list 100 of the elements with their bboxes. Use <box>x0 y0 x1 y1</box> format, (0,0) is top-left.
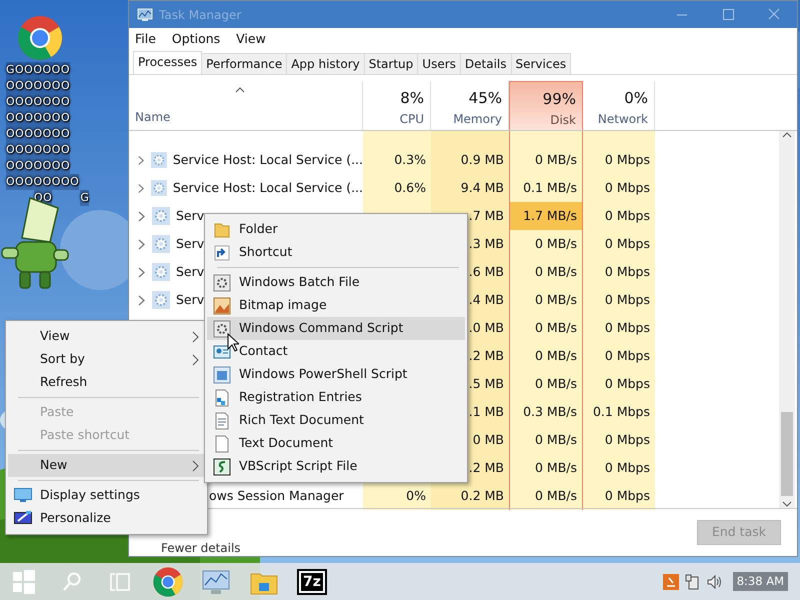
menu-item-label: Refresh <box>40 373 88 392</box>
table-cell-text: 0 Mbps <box>604 346 650 365</box>
menu-item-label: Display settings <box>40 486 140 504</box>
table-cell-text: .0 MB <box>468 318 504 337</box>
tab[interactable]: Users <box>417 53 461 74</box>
process-name: Serv <box>176 262 204 281</box>
table-cell: 0 MB/s <box>509 230 583 258</box>
table-cell-text: 0 Mbps <box>604 430 650 449</box>
menu-item[interactable]: Windows PowerShell Script <box>207 363 465 386</box>
clock[interactable]: 8:38 AM <box>732 572 788 592</box>
start-icon[interactable] <box>13 570 35 594</box>
menu-item-label: New <box>40 456 68 474</box>
tab[interactable]: Processes <box>133 51 202 74</box>
menu-item[interactable]: Refresh <box>8 371 205 394</box>
script-window-icon <box>213 366 231 384</box>
menu-item-label: VBScript Script File <box>239 457 358 476</box>
monitor-graph-icon[interactable] <box>201 568 231 594</box>
table-cell-text: 9.4 MB <box>460 178 504 197</box>
menu-item-label: Bitmap image <box>239 296 327 314</box>
table-cell-text: .2 MB <box>468 346 504 365</box>
table-cell-text: 0 Mbps <box>604 178 650 197</box>
network-icon[interactable] <box>684 574 701 590</box>
scrollbar[interactable] <box>779 131 795 508</box>
table-cell-text: .5 MB <box>468 374 504 393</box>
window-title: Task Manager <box>159 6 242 24</box>
menu-item[interactable]: New <box>8 454 205 477</box>
menu-item[interactable]: View <box>236 30 266 48</box>
table-cell: 0 MB/s <box>509 342 583 370</box>
menu-item[interactable]: Registration Entries <box>207 386 465 409</box>
table-cell: 0 MB/s <box>509 314 583 342</box>
menu-item-label: Windows Batch File <box>239 273 360 292</box>
script-icon <box>213 458 231 476</box>
table-cell-text: .7 MB <box>468 206 504 225</box>
column-header[interactable]: Name <box>135 108 170 126</box>
menu-item[interactable]: Rich Text Document <box>207 409 465 432</box>
menu-item[interactable]: Display settings <box>8 484 205 507</box>
tab[interactable]: Services <box>510 53 572 74</box>
fewer-details-link[interactable]: Fewer details <box>161 538 241 556</box>
menu-item[interactable]: Shortcut <box>207 241 465 264</box>
tab[interactable]: Performance <box>201 53 288 74</box>
menu-item[interactable]: View <box>8 325 205 348</box>
table-cell-text: 0.9 MB <box>460 150 504 169</box>
process-name: Serv <box>176 206 204 225</box>
menu-item-label: Shortcut <box>239 243 292 262</box>
menu-item[interactable]: Text Document <box>207 432 465 455</box>
monitor-icon <box>14 487 32 505</box>
table-cell-text: 0 Mbps <box>604 150 650 169</box>
table-cell-text: 0 Mbps <box>604 234 650 253</box>
table-cell: 1.7 MB/s <box>509 202 583 230</box>
menu-item[interactable]: Options <box>172 30 220 48</box>
volume-icon[interactable] <box>706 574 723 590</box>
gear-icon <box>152 263 170 281</box>
menu-item[interactable]: Sort by <box>8 348 205 371</box>
column-header[interactable]: 99% Disk <box>509 81 583 130</box>
menu-item-label: Registration Entries <box>239 388 362 406</box>
scroll-down-icon[interactable] <box>782 500 792 508</box>
task-manager-icon <box>137 8 153 22</box>
column-percent: 8% <box>400 88 424 109</box>
seven-zip-icon[interactable]: 7z <box>297 568 327 594</box>
table-cell: 0 MB/s <box>509 258 583 286</box>
scroll-up-icon[interactable] <box>782 131 792 139</box>
menu-item-label: View <box>40 327 70 346</box>
table-cell-text: 0 Mbps <box>604 486 650 505</box>
menu-item[interactable]: Personalize <box>8 507 205 530</box>
menu-item[interactable]: Folder <box>207 218 465 241</box>
menu-item[interactable]: Windows Command Script <box>207 317 465 340</box>
tab[interactable]: App history <box>286 53 365 74</box>
contact-card-icon <box>213 343 231 361</box>
table-cell-text: 0 Mbps <box>604 318 650 337</box>
column-header[interactable]: 8% CPU <box>363 81 431 130</box>
tab[interactable]: Details <box>460 53 512 74</box>
menu-item[interactable]: Contact <box>207 340 465 363</box>
tray-app-icon[interactable] <box>662 574 679 590</box>
menu-item[interactable]: Bitmap image <box>207 294 465 317</box>
menu-item[interactable]: File <box>135 30 156 48</box>
table-cell-text: 0.1 Mbps <box>592 402 650 421</box>
menu-item-label: Contact <box>239 342 288 360</box>
column-percent: 99% <box>542 89 576 110</box>
document-icon <box>213 412 231 430</box>
table-cell-text: 0.3% <box>394 150 426 169</box>
column-label: Network <box>598 110 648 128</box>
menu-item[interactable]: Windows Batch File <box>207 271 465 294</box>
table-cell-text: 0 Mbps <box>604 206 650 225</box>
table-cell-text: 0 MB <box>472 430 504 449</box>
table-cell-text: 0.2 MB <box>460 486 504 505</box>
registry-blocks-icon <box>213 389 231 407</box>
process-name: Serv <box>176 234 204 253</box>
tab[interactable]: Startup <box>364 53 418 74</box>
menu-item[interactable]: VBScript Script File <box>207 455 465 478</box>
chrome-icon[interactable] <box>152 566 184 598</box>
table-cell-text: 0.6% <box>394 178 426 197</box>
gear-icon <box>150 151 167 169</box>
gear-document-icon <box>213 274 231 292</box>
menu-item-label: Folder <box>239 220 278 238</box>
chrome-icon[interactable] <box>16 14 64 62</box>
column-header[interactable]: 0% Network <box>583 81 655 130</box>
gear-document-icon <box>213 320 231 338</box>
table-cell: 0 MB/s <box>509 482 583 510</box>
gear-icon <box>152 207 170 225</box>
scroll-thumb[interactable] <box>781 412 793 496</box>
